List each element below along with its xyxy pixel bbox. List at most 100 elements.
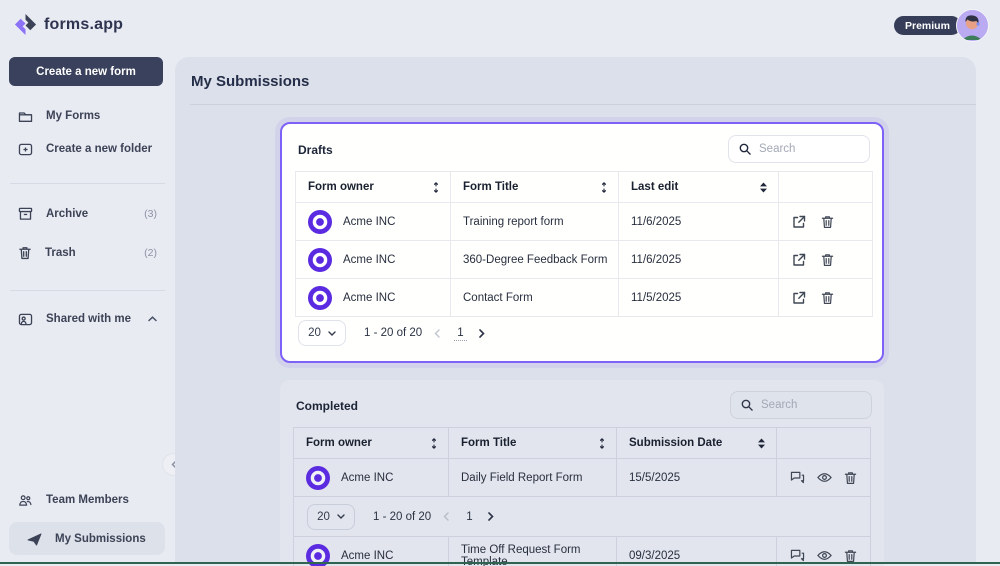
search-icon <box>741 399 753 411</box>
page-size-select[interactable]: 20 <box>307 504 355 530</box>
sidebar-item-create-folder[interactable]: Create a new folder <box>18 139 167 159</box>
completed-table-header: Form owner Form Title Submission Date <box>294 428 870 458</box>
open-external-icon[interactable] <box>792 291 806 305</box>
completed-search[interactable] <box>730 391 872 419</box>
column-header-form-owner[interactable]: Form owner <box>294 428 449 458</box>
drafts-search-input[interactable] <box>759 143 859 155</box>
owner-logo-icon <box>306 466 330 490</box>
column-header-form-title[interactable]: Form Title <box>451 172 619 202</box>
premium-badge[interactable]: Premium <box>894 16 961 35</box>
sidebar-divider <box>10 290 165 291</box>
owner-cell: Acme INC <box>294 459 449 496</box>
completed-table: Form owner Form Title Submission Date <box>293 427 871 566</box>
drafts-table-header: Form owner Form Title Last edit <box>296 172 872 202</box>
table-row: Acme INC Daily Field Report Form 15/5/20… <box>294 458 870 496</box>
avatar-illustration <box>957 10 987 40</box>
sidebar-item-team-members[interactable]: Team Members <box>18 490 167 510</box>
view-icon[interactable] <box>817 472 832 483</box>
view-icon[interactable] <box>817 550 832 561</box>
column-header-actions <box>777 428 870 458</box>
archive-count: (3) <box>144 208 157 220</box>
next-page-icon[interactable] <box>488 512 494 521</box>
page-title: My Submissions <box>191 73 309 90</box>
completed-search-input[interactable] <box>761 399 861 411</box>
chevron-down-icon <box>337 514 345 519</box>
delete-row-icon[interactable] <box>821 253 834 267</box>
column-header-last-edit[interactable]: Last edit <box>619 172 779 202</box>
column-header-actions <box>779 172 872 202</box>
sidebar-item-my-submissions[interactable]: My Submissions <box>27 529 167 549</box>
comments-icon[interactable] <box>790 471 805 484</box>
page-number[interactable]: 1 <box>454 326 466 341</box>
title-cell: Daily Field Report Form <box>449 459 617 496</box>
forms-app-logo-icon <box>14 13 37 36</box>
drafts-card: Drafts Form owner Form Title <box>280 122 884 363</box>
completed-card: Completed Form owner Form Title <box>280 380 884 566</box>
date-cell: 15/5/2025 <box>617 459 777 496</box>
main-panel: My Submissions Drafts Form owner Form Ti… <box>175 57 976 564</box>
archive-icon <box>18 207 33 221</box>
delete-row-icon[interactable] <box>821 291 834 305</box>
drafts-card-label: Drafts <box>298 143 333 157</box>
sort-active-icon <box>757 438 766 449</box>
prev-page-icon[interactable] <box>443 512 449 521</box>
delete-row-icon[interactable] <box>821 215 834 229</box>
date-cell: 11/5/2025 <box>619 279 779 316</box>
drafts-search[interactable] <box>728 135 870 163</box>
delete-row-icon[interactable] <box>844 549 857 563</box>
date-cell: 11/6/2025 <box>619 203 779 240</box>
column-header-form-title[interactable]: Form Title <box>449 428 617 458</box>
owner-cell: Acme INC <box>296 279 451 316</box>
title-divider <box>190 104 976 105</box>
prev-page-icon[interactable] <box>434 329 440 338</box>
pagination-range: 1 - 20 of 20 <box>373 511 431 523</box>
forms-app-logo[interactable]: forms.app <box>14 13 123 36</box>
trash-icon <box>18 246 32 260</box>
row-actions <box>779 203 872 240</box>
sort-active-icon <box>759 182 768 193</box>
date-cell: 11/6/2025 <box>619 241 779 278</box>
next-page-icon[interactable] <box>479 329 485 338</box>
sidebar-item-shared-with-me[interactable]: Shared with me <box>18 309 167 329</box>
chevron-up-icon <box>148 316 157 322</box>
sidebar-item-trash[interactable]: Trash (2) <box>18 243 167 263</box>
completed-card-label: Completed <box>296 399 358 413</box>
owner-logo-icon <box>308 248 332 272</box>
team-members-icon <box>18 494 33 507</box>
folder-icon <box>18 110 33 123</box>
open-external-icon[interactable] <box>792 215 806 229</box>
column-header-submission-date[interactable]: Submission Date <box>617 428 777 458</box>
search-icon <box>739 143 751 155</box>
sidebar-divider <box>10 183 165 184</box>
drafts-pagination: 20 1 - 20 of 20 1 <box>298 320 485 346</box>
title-cell: Contact Form <box>451 279 619 316</box>
folder-plus-icon <box>18 143 33 156</box>
sort-icon <box>430 438 438 449</box>
shared-folder-icon <box>18 313 33 326</box>
title-cell: Training report form <box>451 203 619 240</box>
table-row: Acme INC 360-Degree Feedback Form 11/6/2… <box>296 240 872 278</box>
sort-icon <box>600 182 608 193</box>
user-avatar[interactable] <box>956 9 989 42</box>
completed-pagination-row: 20 1 - 20 of 20 1 <box>294 496 870 536</box>
owner-logo-icon <box>308 210 332 234</box>
logo-wordmark: forms.app <box>44 16 123 34</box>
owner-cell: Acme INC <box>296 203 451 240</box>
completed-pagination: 20 1 - 20 of 20 1 <box>294 504 494 530</box>
app-root: { "topbar": { "logo_text": "forms.app", … <box>0 0 1000 564</box>
table-row: Acme INC Contact Form 11/5/2025 <box>296 278 872 316</box>
create-new-form-button[interactable]: Create a new form <box>9 57 163 86</box>
open-external-icon[interactable] <box>792 253 806 267</box>
sidebar: Create a new form My Forms Create a new … <box>0 57 175 564</box>
delete-row-icon[interactable] <box>844 471 857 485</box>
drafts-table: Form owner Form Title Last edit <box>295 171 873 317</box>
paper-plane-icon <box>27 533 42 546</box>
row-actions <box>779 241 872 278</box>
trash-count: (2) <box>144 247 157 259</box>
page-number[interactable]: 1 <box>463 510 475 524</box>
comments-icon[interactable] <box>790 549 805 562</box>
sidebar-item-my-forms[interactable]: My Forms <box>18 106 167 126</box>
page-size-select[interactable]: 20 <box>298 320 346 346</box>
column-header-form-owner[interactable]: Form owner <box>296 172 451 202</box>
sidebar-item-archive[interactable]: Archive (3) <box>18 204 167 224</box>
